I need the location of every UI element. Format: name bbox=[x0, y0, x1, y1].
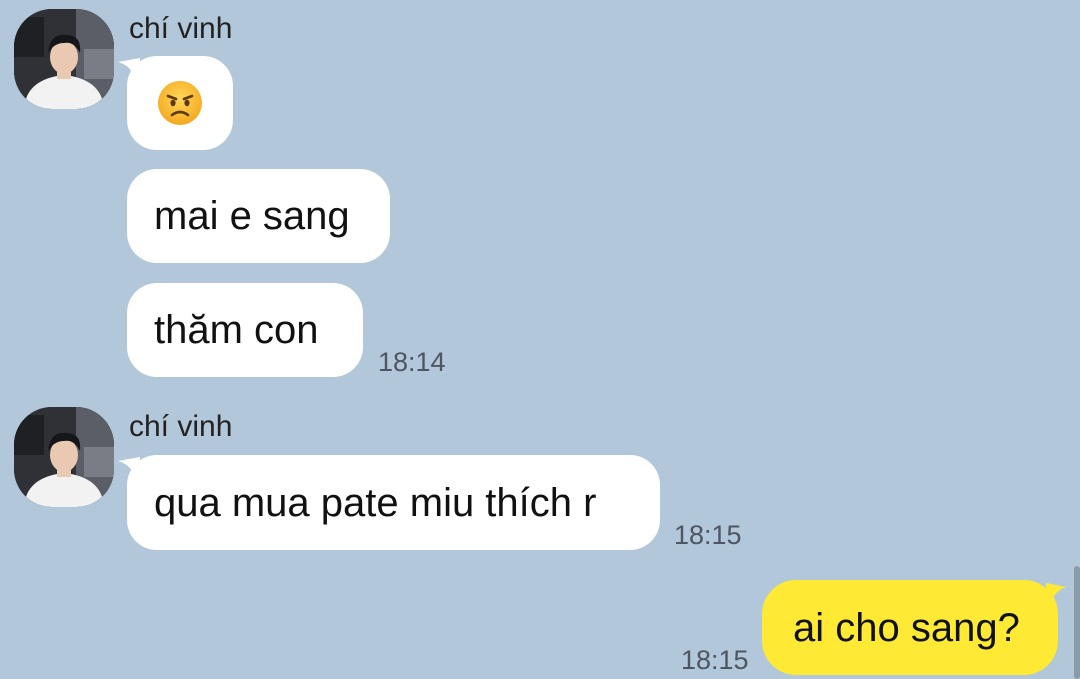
emoji-message-bubble[interactable] bbox=[127, 56, 233, 150]
message-timestamp: 18:14 bbox=[378, 347, 446, 377]
message-timestamp: 18:15 bbox=[681, 645, 749, 675]
sender-avatar[interactable] bbox=[14, 9, 114, 109]
sender-avatar[interactable] bbox=[14, 407, 114, 507]
message-bubble[interactable]: qua mua pate miu thích r bbox=[127, 455, 660, 550]
message-bubble[interactable]: mai e sang bbox=[127, 169, 390, 263]
angry-face-icon bbox=[158, 81, 202, 125]
scrollbar[interactable] bbox=[1074, 566, 1080, 679]
bubble-tail bbox=[1046, 583, 1066, 603]
message-bubble[interactable]: thăm con bbox=[127, 283, 363, 377]
message-timestamp: 18:15 bbox=[674, 520, 742, 550]
outgoing-message-bubble[interactable]: ai cho sang? bbox=[762, 580, 1058, 675]
sender-name: chí vinh bbox=[129, 12, 233, 45]
sender-name: chí vinh bbox=[129, 410, 233, 443]
